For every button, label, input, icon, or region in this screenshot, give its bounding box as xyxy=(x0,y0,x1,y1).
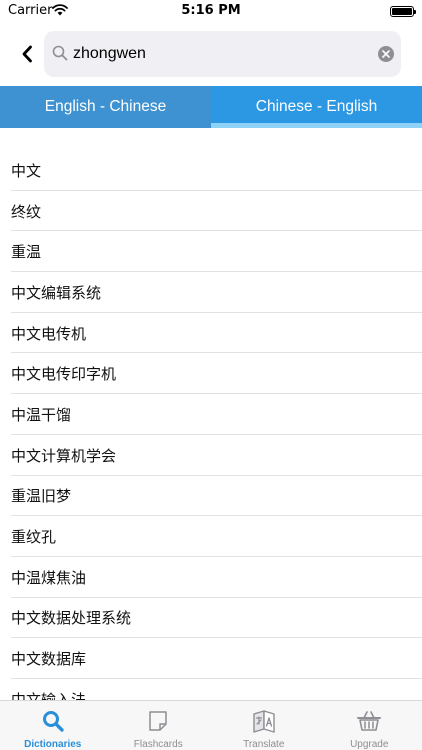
battery-icon xyxy=(390,6,416,17)
list-item-label: 中文编辑系统 xyxy=(11,283,102,302)
results-list[interactable]: 中文 终纹 重温 中文编辑系统 中文电传机 中文电传印字机 中温干馏 中文计算机… xyxy=(0,128,422,700)
search-icon xyxy=(52,45,68,61)
list-item[interactable]: 重温旧梦 xyxy=(0,476,422,517)
tab-flashcards-label: Flashcards xyxy=(133,739,183,750)
close-icon xyxy=(382,50,390,58)
list-item[interactable]: 中文数据库 xyxy=(0,638,422,679)
list-item[interactable]: 重温 xyxy=(0,231,422,272)
basket-icon xyxy=(357,711,382,731)
clear-search-icon[interactable] xyxy=(378,46,394,62)
list-item[interactable]: 中文 xyxy=(0,150,422,191)
back-button[interactable] xyxy=(14,41,40,67)
list-item[interactable]: 中文电传机 xyxy=(0,313,422,354)
list-item[interactable]: 中文编辑系统 xyxy=(0,272,422,313)
list-item-label: 中温干馏 xyxy=(11,405,72,424)
list-top-spacer xyxy=(0,128,422,150)
list-item-label: 重温 xyxy=(11,243,42,262)
list-item[interactable]: 中文数据处理系统 xyxy=(0,598,422,639)
list-item-label: 重温旧梦 xyxy=(11,487,72,506)
list-item-label: 中温煤焦油 xyxy=(11,568,87,587)
list-item[interactable]: 中文输入法 xyxy=(0,679,422,700)
search-icon xyxy=(42,711,64,732)
chevron-left-icon xyxy=(22,45,32,63)
list-item[interactable]: 中温煤焦油 xyxy=(0,557,422,598)
tab-upgrade-label: Upgrade xyxy=(350,739,389,750)
list-item-label: 中文 xyxy=(11,161,42,180)
list-item-label: 中文输入法 xyxy=(11,690,87,700)
list-item-label: 中文电传机 xyxy=(11,324,87,343)
list-item[interactable]: 重纹孔 xyxy=(0,516,422,557)
tab-translate-label: Translate xyxy=(243,739,285,750)
tab-flashcards[interactable]: Flashcards xyxy=(106,701,212,750)
status-bar: Carrier 5:16 PM xyxy=(0,0,422,24)
list-item-label: 中文计算机学会 xyxy=(11,446,117,465)
tab-dictionaries-label: Dictionaries xyxy=(24,739,82,750)
bottom-tab-bar: Dictionaries Flashcards Translate Upgrad… xyxy=(0,700,422,750)
list-item-label: 中文数据库 xyxy=(11,650,87,669)
battery-level xyxy=(392,8,412,15)
search-bar[interactable] xyxy=(44,31,401,77)
tab-chinese-english[interactable]: Chinese - English xyxy=(211,86,422,128)
tab-upgrade[interactable]: Upgrade xyxy=(317,701,422,750)
tab-dictionaries[interactable]: Dictionaries xyxy=(0,701,106,750)
list-item-label: 中文电传印字机 xyxy=(11,365,117,384)
tab-english-chinese[interactable]: English - Chinese xyxy=(0,86,211,128)
tab-translate[interactable]: Translate xyxy=(211,701,317,750)
flashcard-icon xyxy=(149,711,167,731)
list-item[interactable]: 终纹 xyxy=(0,191,422,232)
direction-tabs: English - Chinese Chinese - English xyxy=(0,86,422,128)
nav-bar xyxy=(0,24,422,86)
translate-icon xyxy=(253,710,275,733)
list-item-label: 中文数据处理系统 xyxy=(11,609,132,628)
list-item[interactable]: 中文电传印字机 xyxy=(0,353,422,394)
list-item-label: 重纹孔 xyxy=(11,528,57,547)
list-item[interactable]: 中温干馏 xyxy=(0,394,422,435)
status-time: 5:16 PM xyxy=(181,3,241,18)
search-input[interactable] xyxy=(73,31,373,77)
list-item-label: 终纹 xyxy=(11,202,42,221)
list-item[interactable]: 中文计算机学会 xyxy=(0,435,422,476)
